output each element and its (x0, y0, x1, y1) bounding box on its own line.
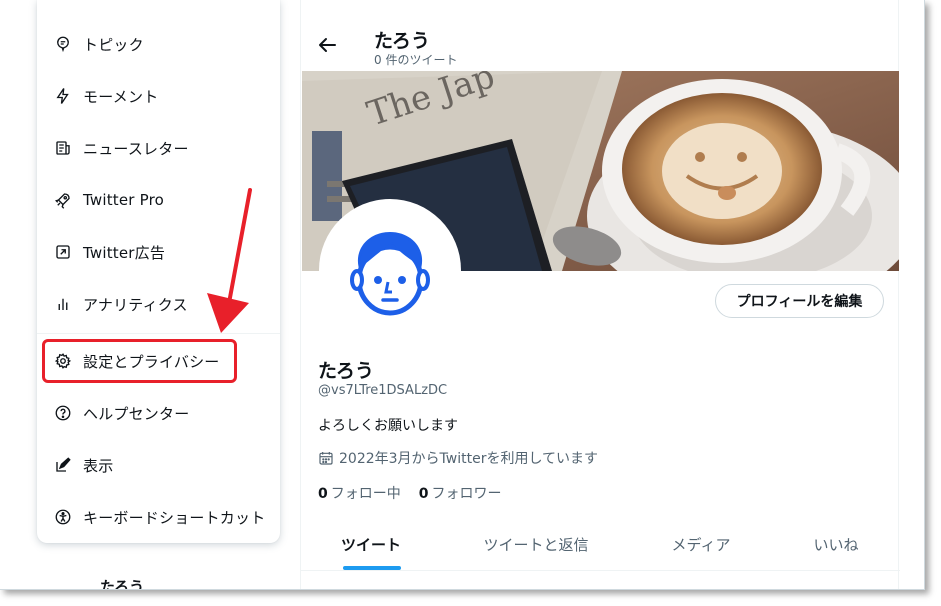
profile-joined-date: 2022年3月からTwitterを利用しています (318, 448, 598, 468)
highlight-annotation-box (42, 339, 237, 383)
menu-item-label: Twitter広告 (83, 243, 166, 262)
accessibility-icon (52, 506, 74, 528)
header-name: たろう (374, 30, 430, 52)
profile-header-bar: たろう 0 件のツイート (301, 0, 900, 70)
tab-likes[interactable]: いいね (781, 518, 891, 571)
lightning-icon (52, 85, 74, 107)
red-arrow-annotation (207, 188, 252, 333)
newsletter-icon (52, 137, 74, 159)
topic-icon (52, 33, 74, 55)
external-link-icon (52, 241, 74, 263)
profile-tabs: ツイート ツイートと返信 メディア いいね (301, 518, 900, 571)
following-label: フォロー中 (330, 486, 401, 502)
following-link[interactable]: 0 フォロー中 (318, 483, 401, 503)
menu-item-display[interactable]: 表示 (37, 439, 280, 491)
joined-text: 2022年3月からTwitterを利用しています (339, 451, 599, 467)
menu-item-label: モーメント (83, 87, 159, 106)
followers-link[interactable]: 0 フォロワー (419, 483, 502, 503)
follow-stats: 0 フォロー中 0 フォロワー (318, 483, 502, 503)
profile-bio: よろしくお願いします (318, 418, 458, 434)
display-icon (52, 454, 74, 476)
profile-avatar[interactable] (319, 199, 461, 341)
profile-handle: @vs7LTre1DSALzDC (318, 383, 448, 398)
followers-label: フォロワー (431, 486, 502, 502)
calendar-icon (319, 452, 333, 465)
edit-profile-button[interactable]: プロフィールを編集 (715, 284, 884, 318)
menu-item-label: アナリティクス (83, 295, 188, 314)
back-arrow-icon[interactable] (315, 34, 341, 56)
menu-item-label: ヘルプセンター (83, 404, 190, 423)
menu-item-label: 表示 (83, 456, 114, 475)
default-face-avatar-icon (350, 232, 430, 316)
profile-column: たろう 0 件のツイート The Jap プロフィールを編集 たろう @vs7L… (300, 0, 900, 589)
menu-item-label: Twitter Pro (83, 191, 165, 209)
profile-display-name: たろう (318, 360, 374, 382)
following-count: 0 (318, 486, 328, 502)
menu-item-moments[interactable]: モーメント (37, 70, 280, 122)
menu-item-topics[interactable]: トピック (37, 18, 280, 70)
menu-item-label: トピック (83, 35, 144, 54)
peek-account-name: たろう (100, 578, 145, 590)
menu-item-keyboard-shortcuts[interactable]: キーボードショートカット (37, 491, 280, 543)
header-tweet-count: 0 件のツイート (374, 53, 458, 67)
tab-tweets[interactable]: ツイート (301, 518, 441, 571)
tab-media[interactable]: メディア (631, 518, 771, 571)
followers-count: 0 (418, 486, 429, 502)
app-window: トピック モーメント ニュースレター Twitter Pro Twitter広告 (0, 0, 925, 590)
help-icon (52, 402, 74, 424)
analytics-icon (52, 293, 74, 315)
menu-item-help-center[interactable]: ヘルプセンター (37, 387, 280, 439)
rocket-icon (52, 189, 74, 211)
menu-item-newsletters[interactable]: ニュースレター (37, 122, 280, 174)
active-tab-indicator (343, 566, 401, 570)
menu-item-label: ニュースレター (83, 139, 189, 158)
menu-item-label: キーボードショートカット (83, 508, 266, 527)
tab-tweets-and-replies[interactable]: ツイートと返信 (461, 518, 611, 571)
